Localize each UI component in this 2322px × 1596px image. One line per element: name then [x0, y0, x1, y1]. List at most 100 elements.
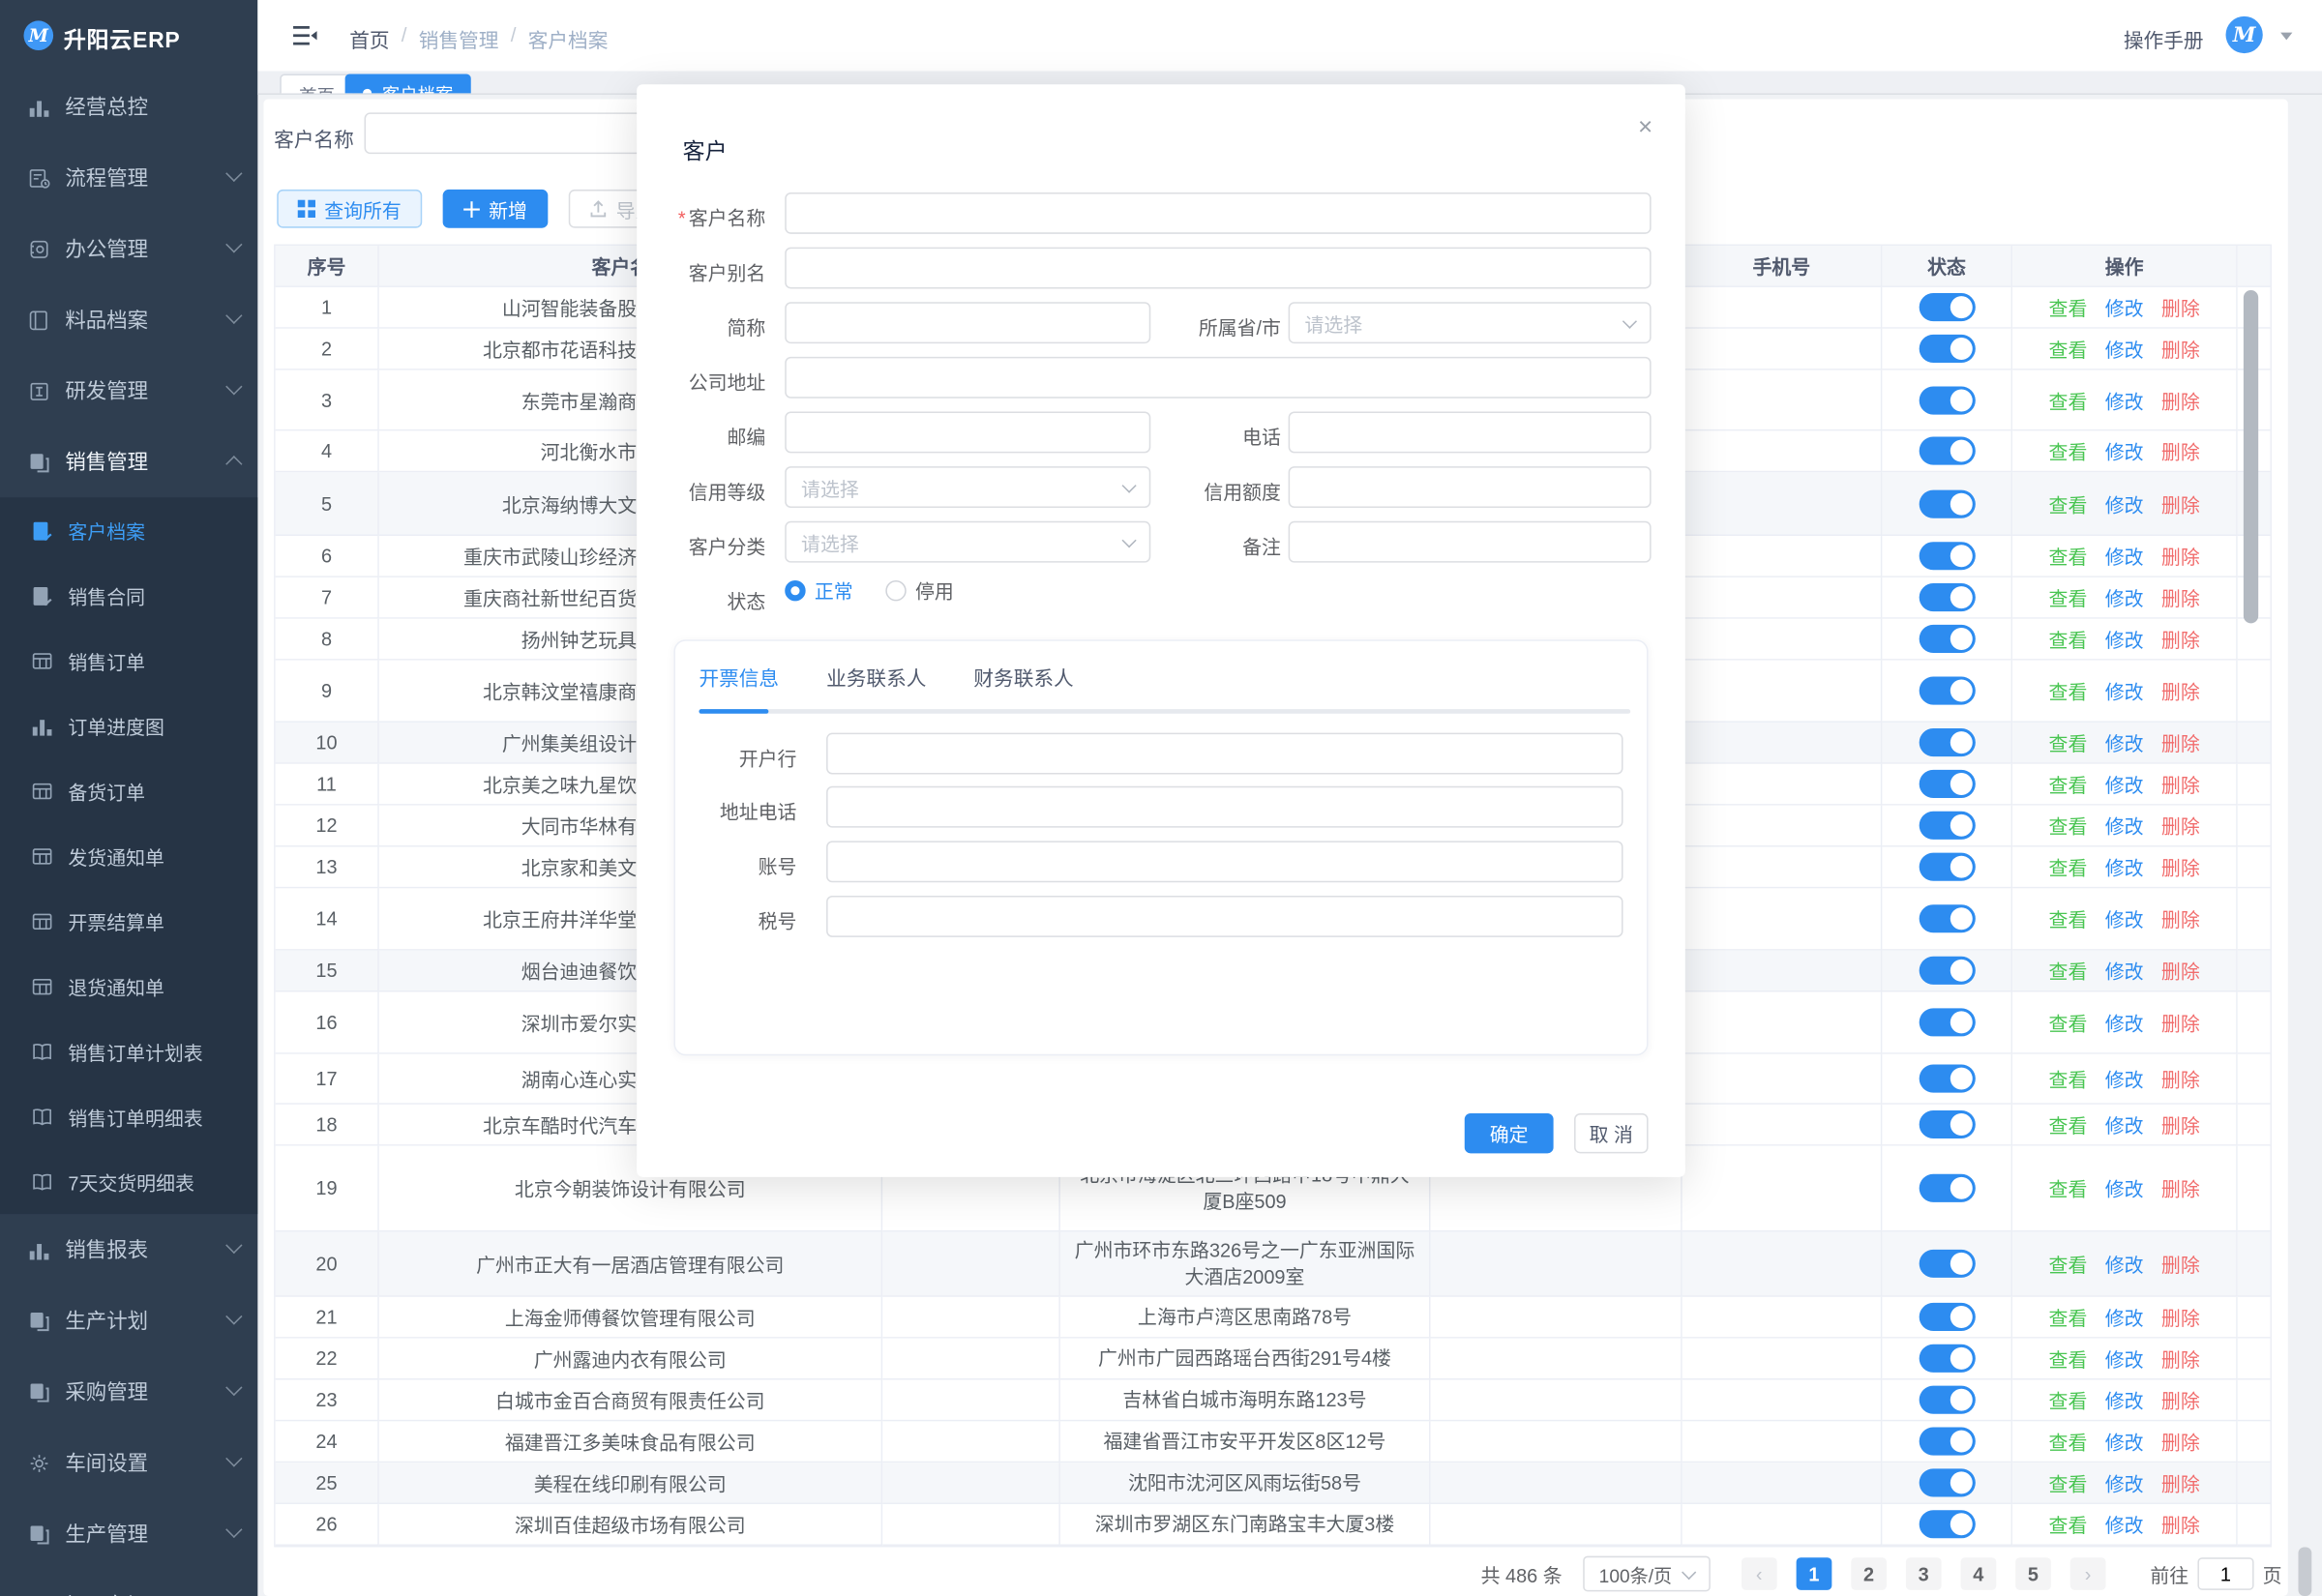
sidebar-item[interactable]: 销售报表 — [0, 1214, 257, 1285]
page-button[interactable]: 3 — [1906, 1557, 1942, 1590]
status-toggle[interactable] — [1919, 293, 1975, 321]
edit-link[interactable]: 修改 — [2105, 1174, 2144, 1202]
tab-customer-archive[interactable]: 客户档案 — [345, 74, 471, 95]
prev-page-button[interactable]: ‹ — [1742, 1557, 1777, 1590]
company-address-field[interactable] — [785, 357, 1651, 399]
delete-link[interactable]: 删除 — [2161, 1250, 2200, 1278]
delete-link[interactable]: 删除 — [2161, 542, 2200, 570]
status-toggle[interactable] — [1919, 1468, 1975, 1496]
edit-link[interactable]: 修改 — [2105, 542, 2144, 570]
status-toggle[interactable] — [1919, 904, 1975, 932]
sidebar-item[interactable]: 加工车间 — [0, 1569, 257, 1596]
phone-field[interactable] — [1289, 412, 1652, 454]
status-toggle[interactable] — [1919, 489, 1975, 517]
delete-link[interactable]: 删除 — [2161, 1510, 2200, 1538]
view-link[interactable]: 查看 — [2049, 1008, 2088, 1036]
page-size-select[interactable]: 100条/页 — [1583, 1556, 1711, 1592]
status-toggle[interactable] — [1919, 1510, 1975, 1538]
delete-link[interactable]: 删除 — [2161, 1303, 2200, 1331]
view-link[interactable]: 查看 — [2049, 437, 2088, 465]
delete-link[interactable]: 删除 — [2161, 386, 2200, 414]
edit-link[interactable]: 修改 — [2105, 1345, 2144, 1373]
page-button[interactable]: 5 — [2015, 1557, 2051, 1590]
next-page-button[interactable]: › — [2070, 1557, 2106, 1590]
edit-link[interactable]: 修改 — [2105, 1468, 2144, 1496]
modal-tab[interactable]: 业务联系人 — [826, 662, 926, 706]
view-link[interactable]: 查看 — [2049, 957, 2088, 985]
confirm-button[interactable]: 确定 — [1465, 1113, 1554, 1153]
edit-link[interactable]: 修改 — [2105, 1008, 2144, 1036]
view-link[interactable]: 查看 — [2049, 1065, 2088, 1093]
delete-link[interactable]: 删除 — [2161, 1008, 2200, 1036]
status-toggle[interactable] — [1919, 583, 1975, 611]
view-link[interactable]: 查看 — [2049, 904, 2088, 932]
edit-link[interactable]: 修改 — [2105, 1303, 2144, 1331]
view-link[interactable]: 查看 — [2049, 1250, 2088, 1278]
view-link[interactable]: 查看 — [2049, 1110, 2088, 1138]
delete-link[interactable]: 删除 — [2161, 1174, 2200, 1202]
edit-link[interactable]: 修改 — [2105, 853, 2144, 881]
delete-link[interactable]: 删除 — [2161, 625, 2200, 653]
delete-link[interactable]: 删除 — [2161, 1386, 2200, 1414]
view-link[interactable]: 查看 — [2049, 335, 2088, 363]
delete-link[interactable]: 删除 — [2161, 489, 2200, 517]
sidebar-item[interactable]: 经营总控 — [0, 71, 257, 141]
close-icon[interactable]: × — [1638, 114, 1652, 139]
status-toggle[interactable] — [1919, 1174, 1975, 1202]
jump-page-input[interactable] — [2197, 1557, 2253, 1590]
status-toggle[interactable] — [1919, 957, 1975, 985]
edit-link[interactable]: 修改 — [2105, 335, 2144, 363]
sidebar-item[interactable]: 采购管理 — [0, 1356, 257, 1427]
status-disabled-radio[interactable]: 停用 — [885, 576, 953, 604]
breadcrumb-section[interactable]: 销售管理 — [419, 23, 499, 53]
view-link[interactable]: 查看 — [2049, 1468, 2088, 1496]
sidebar-subitem[interactable]: 客户档案 — [0, 497, 257, 562]
status-normal-radio[interactable]: 正常 — [785, 576, 852, 604]
tax-no-field[interactable] — [826, 896, 1622, 937]
chevron-down-icon[interactable] — [2280, 33, 2292, 46]
delete-link[interactable]: 删除 — [2161, 1065, 2200, 1093]
edit-link[interactable]: 修改 — [2105, 583, 2144, 611]
edit-link[interactable]: 修改 — [2105, 957, 2144, 985]
status-toggle[interactable] — [1919, 1250, 1975, 1278]
sidebar-subitem[interactable]: 销售订单计划表 — [0, 1019, 257, 1083]
delete-link[interactable]: 删除 — [2161, 583, 2200, 611]
delete-link[interactable]: 删除 — [2161, 853, 2200, 881]
edit-link[interactable]: 修改 — [2105, 728, 2144, 756]
sidebar-item[interactable]: 流程管理 — [0, 142, 257, 213]
customer-name-field[interactable] — [785, 192, 1651, 234]
table-scrollbar[interactable] — [2244, 290, 2258, 623]
bank-field[interactable] — [826, 733, 1622, 775]
manual-link[interactable]: 操作手册 — [2124, 23, 2204, 53]
breadcrumb-home[interactable]: 首页 — [349, 23, 389, 53]
status-toggle[interactable] — [1919, 1110, 1975, 1138]
sidebar-subitem[interactable]: 7天交货明细表 — [0, 1149, 257, 1214]
view-link[interactable]: 查看 — [2049, 853, 2088, 881]
sidebar-item[interactable]: 办公管理 — [0, 213, 257, 283]
view-link[interactable]: 查看 — [2049, 1174, 2088, 1202]
sidebar-subitem[interactable]: 销售订单明细表 — [0, 1083, 257, 1148]
status-toggle[interactable] — [1919, 1303, 1975, 1331]
delete-link[interactable]: 删除 — [2161, 1110, 2200, 1138]
sidebar-item[interactable]: 研发管理 — [0, 355, 257, 426]
modal-tab[interactable]: 开票信息 — [699, 662, 779, 706]
sidebar-item[interactable]: 销售管理 — [0, 427, 257, 497]
sidebar-item[interactable]: 车间设置 — [0, 1428, 257, 1498]
add-button[interactable]: 新增 — [443, 190, 549, 228]
status-toggle[interactable] — [1919, 335, 1975, 363]
delete-link[interactable]: 删除 — [2161, 293, 2200, 321]
sidebar-subitem[interactable]: 备货订单 — [0, 758, 257, 823]
modal-tab[interactable]: 财务联系人 — [973, 662, 1073, 706]
status-toggle[interactable] — [1919, 1345, 1975, 1373]
edit-link[interactable]: 修改 — [2105, 676, 2144, 704]
delete-link[interactable]: 删除 — [2161, 1428, 2200, 1456]
view-link[interactable]: 查看 — [2049, 625, 2088, 653]
status-toggle[interactable] — [1919, 625, 1975, 653]
edit-link[interactable]: 修改 — [2105, 489, 2144, 517]
status-toggle[interactable] — [1919, 676, 1975, 704]
view-link[interactable]: 查看 — [2049, 386, 2088, 414]
edit-link[interactable]: 修改 — [2105, 770, 2144, 798]
delete-link[interactable]: 删除 — [2161, 770, 2200, 798]
view-link[interactable]: 查看 — [2049, 1510, 2088, 1538]
page-button[interactable]: 4 — [1960, 1557, 1996, 1590]
